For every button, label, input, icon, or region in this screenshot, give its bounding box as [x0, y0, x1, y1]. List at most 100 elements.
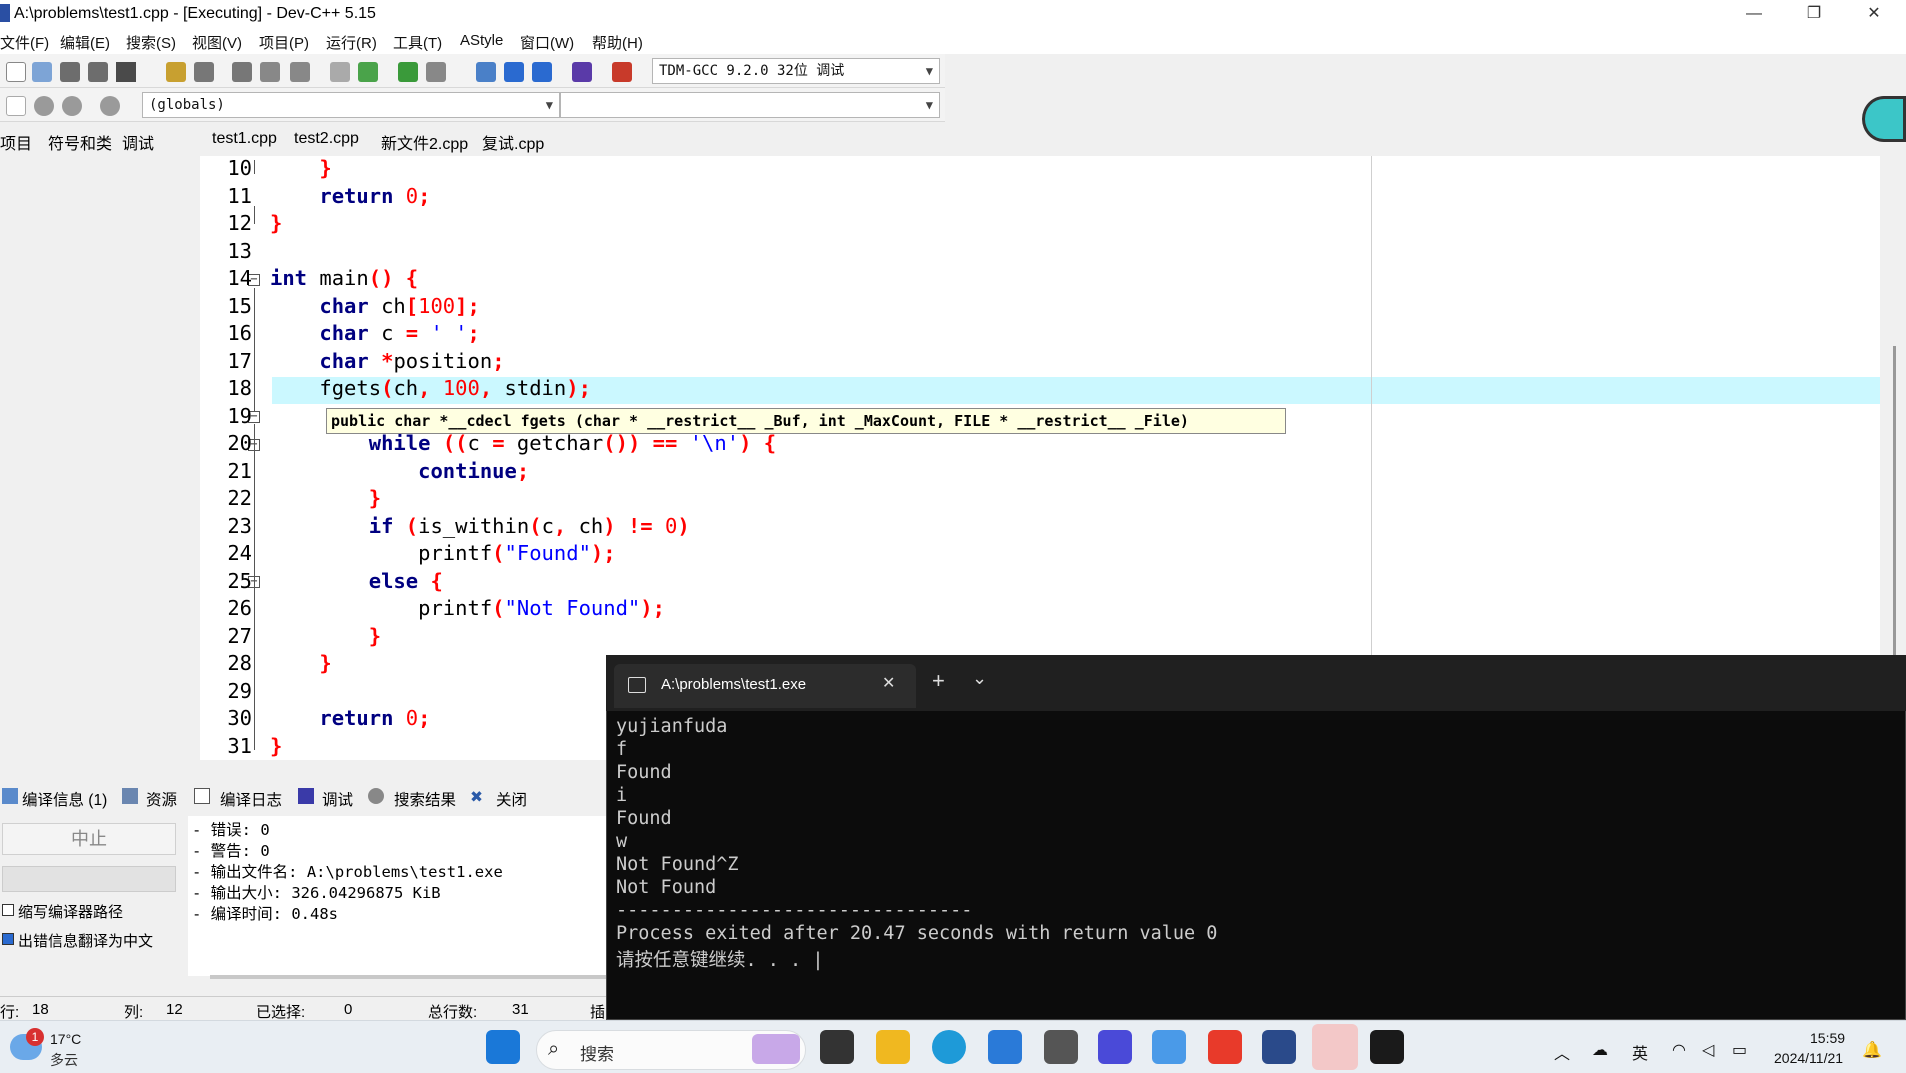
- tab-test1[interactable]: test1.cpp: [212, 130, 277, 148]
- cut-icon[interactable]: [232, 62, 252, 82]
- volume-icon[interactable]: ◁: [1702, 1040, 1714, 1060]
- ime-indicator[interactable]: 英: [1632, 1040, 1648, 1064]
- open-icon[interactable]: [32, 62, 52, 82]
- tab-resources[interactable]: 资源: [146, 788, 177, 810]
- tab-fushi[interactable]: 复试.cpp: [482, 130, 544, 154]
- chevron-up-icon[interactable]: ︿: [1554, 1040, 1570, 1064]
- wps-icon[interactable]: [1208, 1030, 1242, 1064]
- settings-icon[interactable]: [100, 96, 120, 116]
- file-explorer-icon[interactable]: [876, 1030, 910, 1064]
- copy-icon[interactable]: [260, 62, 280, 82]
- new-file-icon[interactable]: [6, 62, 26, 82]
- chevron-down-icon: ▼: [545, 98, 553, 112]
- add-variable-icon[interactable]: [62, 96, 82, 116]
- weather-temp: 17°C: [50, 1031, 82, 1047]
- menu-run[interactable]: 运行(R): [326, 32, 377, 53]
- selected-value: 0: [344, 1001, 353, 1018]
- app-cube-icon[interactable]: [1044, 1030, 1078, 1064]
- run-icon[interactable]: [504, 62, 524, 82]
- compiler-icon: [2, 788, 18, 804]
- tab-close[interactable]: 关闭: [496, 788, 527, 810]
- window-title: A:\problems\test1.cpp - [Executing] - De…: [14, 5, 376, 22]
- log-scrollbar[interactable]: [210, 975, 606, 979]
- store-icon[interactable]: [988, 1030, 1022, 1064]
- paste-icon[interactable]: [290, 62, 310, 82]
- code-line: 23 if (is_within(c, ch) != 0): [227, 514, 690, 538]
- devcpp-icon[interactable]: [1262, 1030, 1296, 1064]
- compiler-select[interactable]: TDM-GCC 9.2.0 32位 调试 ▼: [652, 58, 940, 84]
- title-bar: A:\problems\test1.cpp - [Executing] - De…: [0, 0, 1906, 28]
- redo-icon[interactable]: [194, 62, 214, 82]
- wifi-icon[interactable]: ◠: [1672, 1040, 1686, 1060]
- minimize-button[interactable]: —: [1724, 0, 1784, 28]
- start-icon[interactable]: [486, 1030, 520, 1064]
- col-value: 12: [166, 1001, 183, 1018]
- terminal-close-icon[interactable]: ✕: [882, 673, 895, 693]
- console-icon: [628, 677, 646, 693]
- new-tab-icon[interactable]: +: [932, 668, 945, 694]
- mascot-icon[interactable]: [1862, 96, 1906, 142]
- menu-project[interactable]: 项目(P): [259, 32, 309, 53]
- code-line: 24 printf("Found");: [227, 541, 616, 565]
- close-button[interactable]: ✕: [1844, 0, 1904, 28]
- menu-help[interactable]: 帮助(H): [592, 32, 643, 53]
- compile-run-icon[interactable]: [532, 62, 552, 82]
- code-line: 22 }: [227, 486, 382, 510]
- tab-search-results[interactable]: 搜索结果: [394, 788, 456, 810]
- battery-icon[interactable]: ▭: [1732, 1040, 1747, 1060]
- edge-icon[interactable]: [932, 1030, 966, 1064]
- menu-window[interactable]: 窗口(W): [520, 32, 574, 53]
- log-line: - 错误: 0: [192, 821, 270, 839]
- terminal-title: A:\problems\test1.exe: [661, 676, 807, 693]
- tab-newfile2[interactable]: 新文件2.cpp: [381, 130, 468, 154]
- tab-debug[interactable]: 调试: [122, 130, 154, 154]
- menu-edit[interactable]: 编辑(E): [60, 32, 110, 53]
- clock-time[interactable]: 15:59: [1810, 1030, 1845, 1046]
- menu-astyle[interactable]: AStyle: [460, 32, 503, 49]
- add-member-icon[interactable]: [34, 96, 54, 116]
- app-note-icon[interactable]: [1098, 1030, 1132, 1064]
- save-all-icon[interactable]: [88, 62, 108, 82]
- close-icon[interactable]: ✖: [470, 788, 483, 807]
- menu-search[interactable]: 搜索(S): [126, 32, 176, 53]
- chevron-down-icon[interactable]: ⌄: [972, 668, 987, 689]
- new-class-icon[interactable]: [6, 96, 26, 116]
- app-arrow-icon[interactable]: [1152, 1030, 1186, 1064]
- tab-compile-info[interactable]: 编译信息 (1): [22, 788, 107, 810]
- translate-errors-checkbox[interactable]: [2, 933, 14, 945]
- scope-label: (globals): [149, 97, 225, 113]
- goto-icon[interactable]: [358, 62, 378, 82]
- tab-debug[interactable]: 调试: [322, 788, 353, 810]
- debug-icon[interactable]: [572, 62, 592, 82]
- shorten-path-checkbox[interactable]: [2, 904, 14, 916]
- save-icon[interactable]: [60, 62, 80, 82]
- tab-symbols[interactable]: 符号和类: [48, 130, 112, 154]
- tab-test2[interactable]: test2.cpp: [294, 130, 359, 148]
- scroll-thumb[interactable]: [1893, 346, 1896, 656]
- format-icon[interactable]: [426, 62, 446, 82]
- code-line: 10 }: [227, 156, 332, 180]
- onedrive-icon[interactable]: ☁: [1592, 1040, 1608, 1060]
- function-select[interactable]: ▼: [560, 92, 940, 118]
- qq-icon[interactable]: [1312, 1024, 1358, 1070]
- task-view-icon[interactable]: [820, 1030, 854, 1064]
- abort-button[interactable]: 中止: [2, 823, 176, 855]
- scope-select[interactable]: (globals) ▼: [142, 92, 560, 118]
- restore-button[interactable]: ❐: [1784, 0, 1844, 28]
- stop-execution-icon[interactable]: [612, 62, 632, 82]
- undo-icon[interactable]: [166, 62, 186, 82]
- clock-date[interactable]: 2024/11/21: [1774, 1050, 1843, 1066]
- code-line: 13: [227, 239, 252, 263]
- tab-project[interactable]: 项目: [0, 130, 32, 154]
- col-label: 列:: [124, 1004, 144, 1021]
- menu-view[interactable]: 视图(V): [192, 32, 242, 53]
- close-file-icon[interactable]: [116, 62, 136, 82]
- compile-icon[interactable]: [476, 62, 496, 82]
- menu-file[interactable]: 文件(F): [0, 32, 49, 53]
- find-icon[interactable]: [330, 62, 350, 82]
- menu-tools[interactable]: 工具(T): [393, 32, 442, 53]
- comment-icon[interactable]: [398, 62, 418, 82]
- terminal-icon[interactable]: [1370, 1030, 1404, 1064]
- notification-icon[interactable]: 🔔: [1862, 1040, 1882, 1060]
- tab-compile-log[interactable]: 编译日志: [220, 788, 282, 810]
